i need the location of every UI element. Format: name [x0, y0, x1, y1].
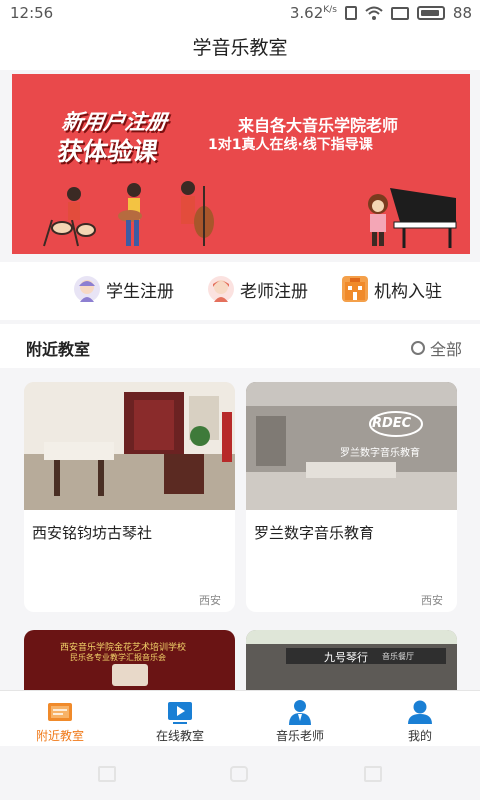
teacher-icon	[208, 276, 234, 302]
banner-tag-line2: 获体验课	[55, 137, 160, 166]
entry-row: 学生注册 老师注册 机构入驻	[0, 262, 480, 320]
vibrate-icon	[344, 6, 357, 20]
musicians-illustration	[43, 181, 214, 247]
student-register-button[interactable]: 学生注册	[74, 276, 174, 302]
student-register-label: 学生注册	[106, 281, 174, 302]
status-icons: 3.62K/s 88	[290, 4, 472, 22]
teacher-register-button[interactable]: 老师注册	[208, 276, 308, 302]
classroom-photo	[24, 382, 235, 510]
status-time: 12:56	[10, 4, 54, 22]
battery-level: 88	[452, 4, 472, 22]
classroom-card[interactable]: 九号琴行 音乐餐厅	[246, 630, 457, 690]
tab-label: 音乐老师	[275, 729, 324, 743]
photo-caption: 九号琴行	[324, 651, 368, 664]
tab-teachers[interactable]: 音乐老师	[240, 691, 360, 747]
photo-caption: 民乐各专业教学汇报音乐会	[70, 653, 166, 662]
classroom-photo: 西安音乐学院金花艺术培训学校 民乐各专业教学汇报音乐会	[24, 630, 235, 690]
recents-nav-icon[interactable]	[364, 766, 382, 782]
tab-nearby[interactable]: 附近教室	[0, 691, 120, 747]
back-nav-icon[interactable]	[98, 766, 116, 782]
video-play-icon	[168, 702, 192, 724]
view-all-button[interactable]: 全部	[410, 336, 462, 360]
user-icon	[408, 700, 432, 724]
classroom-photo: RDEC 罗兰数字音乐教育	[246, 382, 457, 510]
building-icon	[342, 276, 368, 302]
nearby-title: 附近教室	[26, 340, 91, 359]
page-title: 学音乐教室	[192, 37, 288, 59]
bottom-tab-bar: 附近教室 在线教室 音乐老师 我的	[0, 690, 480, 746]
title-bar: 学音乐教室	[0, 26, 480, 70]
classroom-card[interactable]: 西安音乐学院金花艺术培训学校 民乐各专业教学汇报音乐会	[24, 630, 235, 690]
piano-illustration	[368, 188, 457, 248]
photo-sub: 音乐餐厅	[382, 652, 414, 661]
banner-sub-line1: 来自各大音乐学院老师	[238, 116, 399, 135]
network-speed: 3.62K/s	[289, 4, 337, 22]
location-pin-icon	[410, 341, 425, 355]
view-all-label: 全部	[429, 340, 462, 359]
promo-banner[interactable]: 新用户注册 获体验课 来自各大音乐学院老师 1对1真人在线·线下指导课	[12, 74, 470, 254]
battery-icon	[416, 6, 445, 20]
classroom-city: 西安	[199, 594, 221, 607]
classroom-photo: 九号琴行 音乐餐厅	[246, 630, 457, 690]
nearby-section-header: 附近教室 全部	[0, 324, 480, 368]
home-nav-icon[interactable]	[230, 766, 248, 782]
banner-sub-line2: 1对1真人在线·线下指导课	[208, 137, 373, 153]
photo-decoration	[112, 664, 148, 686]
screen-icon	[390, 6, 409, 20]
status-bar: 12:56 3.62K/s 88	[0, 0, 480, 26]
photo-logo: RDEC	[372, 416, 412, 431]
teacher-person-icon	[289, 700, 311, 725]
tab-label: 在线教室	[155, 729, 204, 743]
tab-me[interactable]: 我的	[360, 691, 480, 747]
teacher-register-label: 老师注册	[240, 281, 308, 302]
tab-online[interactable]: 在线教室	[120, 691, 240, 747]
system-nav-bar	[0, 746, 480, 800]
classroom-board-icon	[48, 703, 72, 721]
tab-label: 附近教室	[35, 729, 84, 743]
classroom-card[interactable]: RDEC 罗兰数字音乐教育 罗兰数字音乐教育 西安	[246, 382, 457, 612]
institution-join-button[interactable]: 机构入驻	[342, 276, 442, 302]
classroom-card[interactable]: 西安铭钧坊古琴社 西安	[24, 382, 235, 612]
student-icon	[74, 276, 100, 302]
classroom-name: 罗兰数字音乐教育	[254, 524, 375, 542]
photo-caption: 罗兰数字音乐教育	[340, 448, 420, 459]
classroom-name: 西安铭钧坊古琴社	[32, 524, 153, 542]
institution-join-label: 机构入驻	[374, 281, 442, 302]
tab-label: 我的	[407, 729, 432, 743]
classroom-city: 西安	[421, 594, 443, 607]
wifi-icon	[365, 6, 383, 20]
